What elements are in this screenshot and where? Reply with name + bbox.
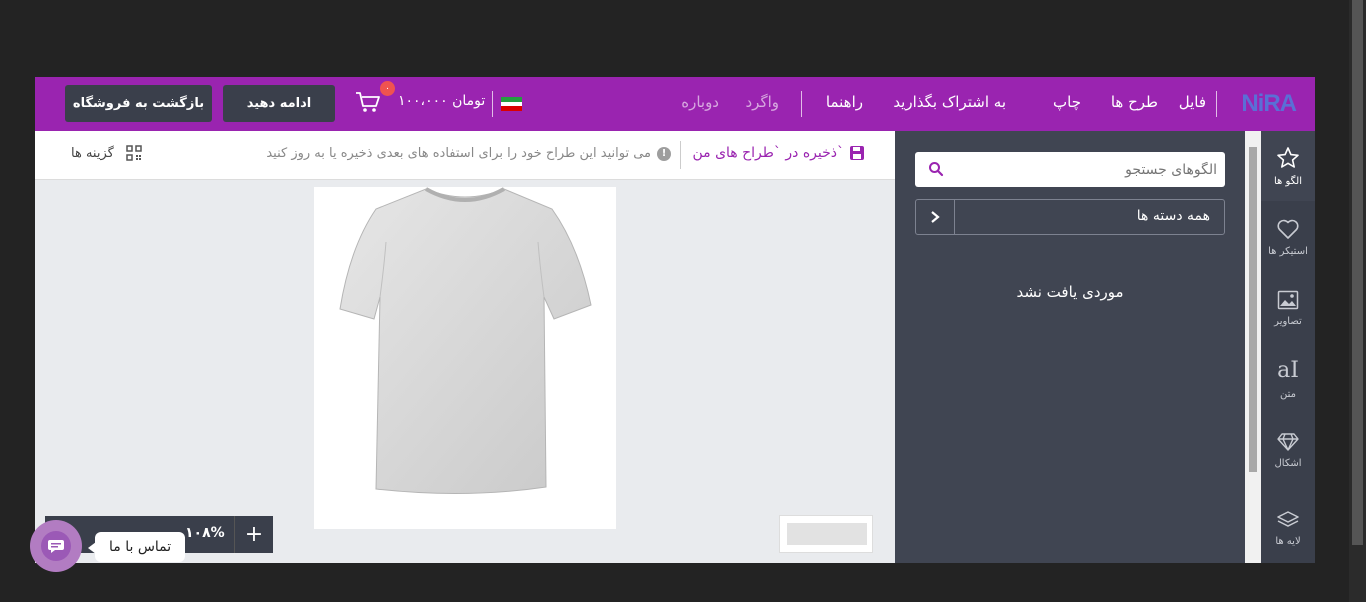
save-hint: می توانید این طراح خود را برای استفاده ه… bbox=[266, 146, 671, 161]
sidebar-label: متن bbox=[1280, 389, 1296, 400]
diamond-icon bbox=[1277, 432, 1299, 451]
tools-sidebar: الگو ها استیکر ها تصاویر aI متن اشکال لا… bbox=[1261, 131, 1315, 563]
chat-icon bbox=[41, 531, 71, 561]
floppy-icon bbox=[850, 146, 864, 160]
sidebar-item-shapes[interactable]: اشکال bbox=[1261, 415, 1315, 485]
scrollbar-thumb[interactable] bbox=[1249, 147, 1257, 472]
contact-us-label[interactable]: تماس با ما bbox=[87, 532, 186, 562]
zoom-value: ۱۰۸% bbox=[185, 525, 225, 541]
divider bbox=[680, 141, 681, 169]
menu-print[interactable]: چاپ bbox=[1053, 93, 1081, 111]
sidebar-label: لایه ها bbox=[1275, 535, 1301, 547]
divider bbox=[801, 91, 802, 117]
templates-panel: همه دسته ها موردی یافت نشد bbox=[895, 131, 1245, 563]
design-canvas[interactable] bbox=[314, 187, 616, 529]
sidebar-item-images[interactable]: تصاویر bbox=[1261, 273, 1315, 343]
iran-flag-icon[interactable] bbox=[501, 97, 522, 112]
redo-button[interactable]: دوباره bbox=[681, 93, 719, 111]
cart-icon[interactable] bbox=[355, 91, 381, 113]
text-icon: aI bbox=[1277, 358, 1299, 383]
sidebar-label: استیکر ها bbox=[1268, 245, 1308, 257]
menu-designs[interactable]: طرح ها bbox=[1111, 93, 1158, 111]
tshirt-image bbox=[339, 187, 592, 495]
back-to-shop-button[interactable]: بازگشت به فروشگاه bbox=[65, 85, 212, 122]
star-icon bbox=[1277, 146, 1299, 168]
options-button[interactable]: گزینه ها bbox=[71, 145, 142, 161]
options-label: گزینه ها bbox=[71, 145, 114, 161]
contact-us-button[interactable] bbox=[30, 520, 82, 572]
cart-badge: ۰ bbox=[380, 81, 395, 96]
divider bbox=[1216, 91, 1217, 117]
layers-icon bbox=[1277, 510, 1299, 527]
designer-app: NiRA فایل طرح ها چاپ به اشتراک بگذارید ر… bbox=[35, 77, 1315, 563]
sidebar-item-layers[interactable]: لایه ها bbox=[1261, 493, 1315, 563]
menu-share[interactable]: به اشتراک بگذارید bbox=[893, 93, 1006, 111]
sidebar-label: تصاویر bbox=[1274, 315, 1302, 327]
sidebar-label: اشکال bbox=[1274, 457, 1302, 469]
undo-button[interactable]: واگرد bbox=[745, 93, 779, 111]
sidebar-item-stickers[interactable]: استیکر ها bbox=[1261, 202, 1315, 272]
scrollbar-thumb[interactable] bbox=[1352, 0, 1363, 545]
image-icon bbox=[1277, 290, 1299, 309]
save-label: ذخیره در `طراح های من` bbox=[692, 145, 844, 161]
divider bbox=[492, 91, 493, 117]
minimap[interactable] bbox=[779, 515, 873, 553]
zoom-in-button[interactable]: + bbox=[234, 516, 273, 553]
sidebar-item-templates[interactable]: الگو ها bbox=[1261, 131, 1315, 201]
search-box[interactable] bbox=[915, 152, 1225, 187]
search-icon[interactable] bbox=[928, 161, 944, 177]
hint-text: می توانید این طراح خود را برای استفاده ه… bbox=[266, 146, 651, 161]
continue-button[interactable]: ادامه دهید bbox=[223, 85, 335, 122]
sidebar-item-text[interactable]: aI متن bbox=[1261, 344, 1315, 414]
sidebar-label: الگو ها bbox=[1273, 175, 1302, 187]
menu-file[interactable]: فایل bbox=[1179, 93, 1206, 111]
top-bar: NiRA فایل طرح ها چاپ به اشتراک بگذارید ر… bbox=[35, 77, 1315, 131]
search-input[interactable] bbox=[951, 152, 1217, 187]
heart-icon bbox=[1277, 219, 1299, 239]
logo: NiRA bbox=[1241, 90, 1297, 117]
category-label: همه دسته ها bbox=[1136, 208, 1210, 224]
panel-scrollbar[interactable] bbox=[1245, 131, 1261, 563]
empty-message: موردی یافت نشد bbox=[1016, 283, 1124, 301]
design-toolbar: ذخیره در `طراح های من` می توانید این طرا… bbox=[35, 131, 895, 180]
category-select[interactable]: همه دسته ها bbox=[915, 199, 1225, 235]
cart-total: ۱۰۰،۰۰۰ تومان bbox=[398, 93, 486, 109]
chevron-right-icon[interactable] bbox=[916, 200, 955, 234]
page-scrollbar[interactable] bbox=[1349, 0, 1366, 602]
exclamation-icon: ! bbox=[657, 146, 671, 161]
save-to-my-designs-button[interactable]: ذخیره در `طراح های من` bbox=[692, 145, 864, 161]
menu-help[interactable]: راهنما bbox=[826, 93, 863, 111]
qr-code-icon bbox=[126, 145, 142, 161]
